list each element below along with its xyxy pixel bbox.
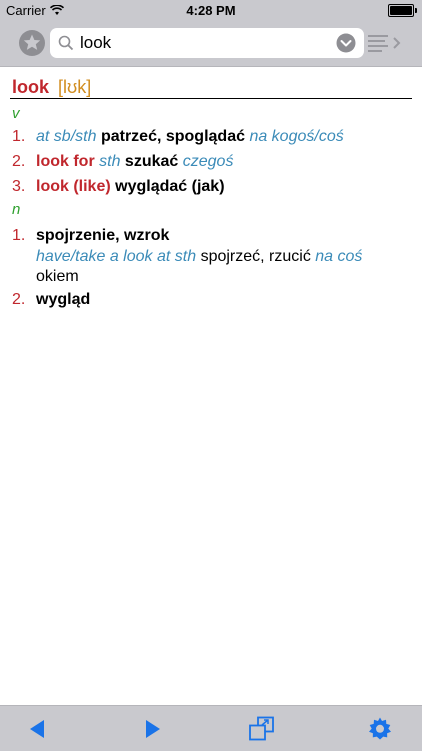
phrase: look for — [36, 153, 95, 170]
list-icon[interactable] — [368, 32, 404, 54]
example-translation: spojrzeć, rzucić — [200, 248, 311, 265]
star-icon[interactable] — [18, 29, 46, 57]
sense-number: 3. — [12, 178, 26, 195]
sense-item: 2. wygląd — [12, 289, 410, 311]
status-time: 4:28 PM — [186, 3, 236, 18]
headword: look [lʊk] — [12, 77, 91, 98]
sense-number: 2. — [12, 291, 26, 308]
sense-item: 1. spojrzenie, wzrok — [12, 225, 410, 247]
battery-icon — [388, 4, 417, 17]
sense-number: 2. — [12, 153, 26, 170]
usage-note: na kogoś/coś — [249, 128, 344, 145]
translation: wygląd — [36, 291, 91, 308]
sense-item: 2. look for sth szukać czegoś — [12, 151, 410, 173]
back-icon[interactable] — [24, 716, 52, 742]
usage-note: czegoś — [182, 153, 234, 170]
status-bar: Carrier 4:28 PM — [0, 0, 422, 20]
phrase: look (like) — [36, 178, 111, 195]
search-toolbar — [0, 20, 422, 67]
grammar-note: sth — [99, 153, 121, 170]
gear-icon[interactable] — [366, 716, 394, 742]
part-of-speech-verb: v — [12, 105, 20, 122]
example-phrase: have/take a look at sth spojrzeć, rzucić… — [36, 247, 382, 287]
translation: spojrzenie, wzrok — [36, 227, 170, 244]
chevron-down-icon[interactable] — [336, 33, 356, 53]
translation: szukać — [124, 153, 179, 170]
grammar-note: at sb/sth — [36, 128, 97, 145]
example-text: have/take a look at sth — [36, 248, 197, 265]
dictionary-entry: look [lʊk] v 1. at sb/sth patrzeć, spoglą… — [0, 67, 422, 705]
sense-number: 1. — [12, 227, 26, 244]
usage-note: na coś — [315, 248, 363, 265]
sense-item: 1. at sb/sth patrzeć, spoglądać na kogoś/… — [12, 126, 410, 148]
part-of-speech-noun: n — [12, 201, 21, 218]
window-icon[interactable] — [248, 716, 276, 742]
pronunciation: [lʊk] — [58, 77, 92, 97]
headword-divider — [10, 98, 412, 99]
search-input[interactable] — [80, 28, 350, 58]
search-field[interactable] — [50, 28, 364, 58]
sense-number: 1. — [12, 128, 26, 145]
sense-item: 3. look (like) wyglądać (jak) — [12, 176, 410, 198]
translation: patrzeć, spoglądać — [100, 128, 245, 145]
headword-text: look — [12, 77, 50, 97]
example-translation-tail: okiem — [36, 268, 79, 285]
search-icon — [58, 35, 74, 51]
translation: wyglądać (jak) — [115, 178, 225, 195]
forward-icon[interactable] — [138, 716, 166, 742]
bottom-toolbar — [0, 705, 422, 751]
